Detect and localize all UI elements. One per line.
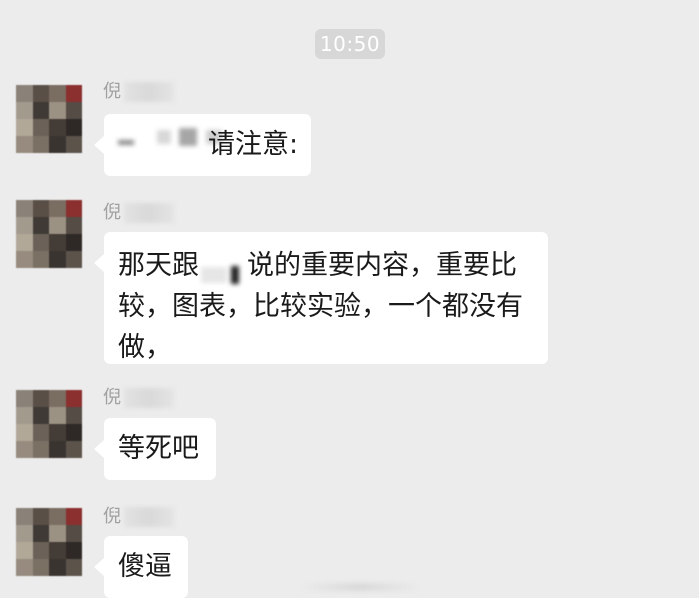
avatar[interactable] bbox=[16, 200, 82, 268]
redacted-name bbox=[124, 388, 174, 408]
message-bubble[interactable]: 请注意: bbox=[94, 114, 311, 176]
avatar[interactable] bbox=[16, 85, 82, 153]
sender-name-text: 倪 bbox=[103, 506, 121, 527]
redacted-name bbox=[124, 203, 174, 223]
sender-name: 倪 bbox=[103, 505, 174, 529]
sender-name: 倪 bbox=[103, 201, 174, 225]
message-bubble[interactable]: 等死吧 bbox=[94, 418, 216, 480]
sender-name: 倪 bbox=[103, 80, 174, 104]
sender-name-text: 倪 bbox=[103, 387, 121, 408]
redacted-name bbox=[118, 115, 222, 156]
avatar[interactable] bbox=[16, 390, 82, 458]
message-text: 那天跟 bbox=[118, 250, 199, 281]
message-text: 傻逼 bbox=[118, 551, 172, 582]
redacted-name bbox=[124, 507, 174, 527]
message-text: 等死吧 bbox=[118, 433, 199, 464]
message-bubble[interactable]: 傻逼 bbox=[94, 536, 188, 598]
watermark bbox=[300, 583, 420, 591]
message-text: 请注意: bbox=[208, 129, 299, 160]
avatar[interactable] bbox=[16, 508, 82, 576]
message-bubble[interactable]: 那天跟 说的重要内容，重要比较，图表，比较实验，一个都没有做， bbox=[94, 232, 548, 364]
time-stamp: 10:50 bbox=[315, 29, 385, 59]
sender-name-text: 倪 bbox=[103, 202, 121, 223]
sender-name: 倪 bbox=[103, 386, 174, 410]
sender-name-text: 倪 bbox=[103, 81, 121, 102]
redacted-name bbox=[201, 254, 245, 284]
redacted-name bbox=[124, 82, 174, 102]
chat-area[interactable]: 10:50 倪 请注意: 倪 那天跟 说的重要内容，重要比较，图表，比较实验，一个… bbox=[0, 0, 699, 598]
